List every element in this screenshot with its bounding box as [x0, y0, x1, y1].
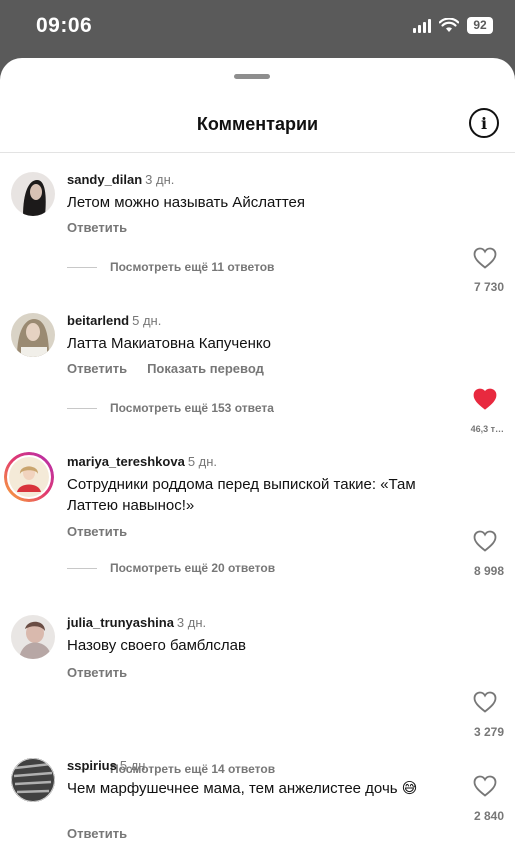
view-more-replies-label: Посмотреть ещё 11 ответов [110, 260, 275, 274]
like-heart-icon[interactable] [473, 691, 497, 713]
comments-sheet: Комментарии i sandy_dilan 3 дн. Летом мож… [0, 58, 515, 861]
comment-text: Чем марфушечнее мама, тем анжелистее доч… [67, 780, 418, 797]
status-time: 09:06 [36, 14, 93, 37]
comment-text: Латта Макиатовна Капученко [67, 335, 271, 352]
reply-button[interactable]: Ответить [67, 665, 127, 680]
avatar[interactable] [11, 313, 55, 357]
comment-time: 3 дн. [176, 615, 207, 630]
sheet-title: Комментарии [196, 114, 319, 134]
reply-button[interactable]: Ответить [67, 826, 127, 841]
avatar-story-ring[interactable] [4, 452, 54, 502]
cellular-signal-icon [413, 18, 431, 33]
like-count: 8 998 [473, 564, 504, 578]
like-count: 46,3 т… [470, 424, 504, 434]
comment-username[interactable]: mariya_tereshkova [67, 454, 185, 469]
comment-time: 5 дн. [119, 758, 150, 773]
divider [0, 152, 515, 153]
comment-username[interactable]: julia_trunyashina [67, 615, 174, 630]
like-heart-filled-icon[interactable] [473, 388, 497, 410]
view-more-replies[interactable]: Посмотреть ещё 153 ответа [67, 401, 274, 415]
avatar[interactable] [11, 758, 55, 802]
divider [67, 407, 97, 409]
view-more-replies[interactable]: Посмотреть ещё 11 ответов [67, 260, 274, 274]
comment-time: 3 дн. [145, 172, 175, 187]
reply-button[interactable]: Ответить [67, 524, 127, 539]
like-heart-icon[interactable] [473, 530, 497, 552]
like-heart-icon[interactable] [473, 775, 497, 797]
avatar[interactable] [11, 615, 55, 659]
like-count: 2 840 [473, 809, 504, 823]
divider [67, 266, 97, 268]
wifi-icon [439, 18, 459, 32]
comment-username[interactable]: beitarlend [67, 313, 129, 328]
like-count: 3 279 [473, 725, 504, 739]
info-icon[interactable]: i [469, 108, 499, 138]
show-translation-button[interactable]: Показать перевод [147, 361, 264, 376]
sheet-grabber[interactable] [234, 74, 270, 79]
view-more-replies[interactable]: Посмотреть ещё 20 ответов [67, 561, 275, 575]
comment-text: Летом можно называть Айслаттея [67, 194, 305, 211]
comment-text: Сотрудники роддома перед выпиской такие:… [67, 476, 416, 514]
comment-time: 5 дн. [187, 454, 218, 469]
reply-button[interactable]: Ответить [67, 220, 127, 235]
comment-text: Назову своего бамблслав [67, 637, 246, 654]
view-more-replies-label: Посмотреть ещё 20 ответов [110, 561, 276, 575]
divider [67, 567, 97, 569]
comment-time: 5 дн. [132, 313, 162, 328]
battery-indicator: 92 [467, 17, 493, 34]
comment-username[interactable]: sandy_dilan [67, 172, 142, 187]
status-bar: 09:06 92 [0, 0, 515, 56]
reply-button[interactable]: Ответить [67, 361, 127, 376]
like-count: 7 730 [473, 280, 504, 294]
view-more-replies-label: Посмотреть ещё 153 ответа [110, 401, 274, 415]
status-icons: 92 [413, 17, 493, 34]
comment-username[interactable]: sspirius [67, 758, 117, 773]
like-heart-icon[interactable] [473, 247, 497, 269]
avatar[interactable] [11, 172, 55, 216]
